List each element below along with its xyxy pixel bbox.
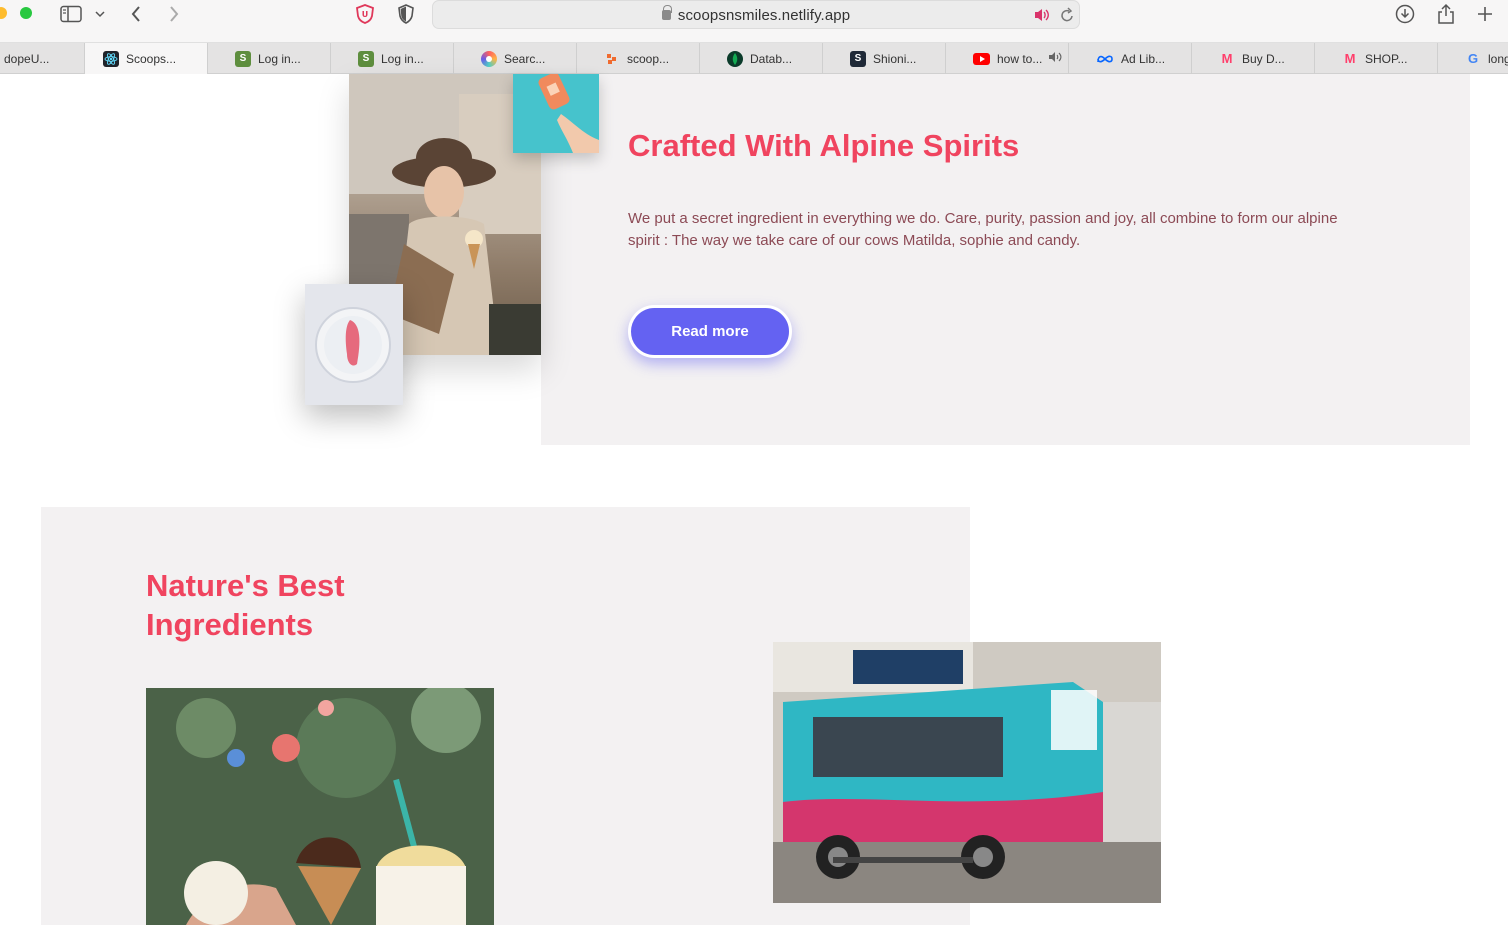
alpine-section-body: We put a secret ingredient in everything… — [628, 210, 1338, 249]
tab-label: dopeU... — [4, 51, 50, 66]
url-text: scoopsnsmiles.netlify.app — [677, 7, 851, 24]
address-bar[interactable]: scoopsnsmiles.netlify.app — [432, 0, 1080, 29]
tab-label: Shioni... — [873, 51, 917, 66]
downloads-icon[interactable] — [1394, 4, 1416, 24]
tab-label: Datab... — [750, 51, 793, 66]
tab-scoops[interactable]: Scoops... — [85, 43, 208, 74]
shopify-icon: S — [358, 50, 374, 67]
speaker-icon[interactable] — [1033, 5, 1051, 25]
svg-text:U: U — [362, 10, 369, 19]
tab-bar: dopeU... Scoops... S Log in... S Log in.… — [0, 43, 1508, 74]
tab-label: Log in... — [381, 51, 424, 66]
tab-shioni[interactable]: S Shioni... — [823, 43, 946, 74]
myntra-icon: M — [1344, 51, 1356, 66]
google-icon: G — [1467, 51, 1479, 66]
tab-label: long — [1488, 51, 1508, 66]
forward-icon[interactable] — [166, 4, 182, 24]
tab-audio-icon[interactable] — [1048, 51, 1064, 66]
reload-icon[interactable] — [1059, 5, 1075, 25]
youtube-icon — [973, 52, 990, 65]
shopify-icon: S — [235, 50, 251, 67]
lock-icon — [661, 5, 672, 20]
ice-cream-cones-image — [146, 688, 494, 925]
nature-section-title: Nature's Best Ingredients — [146, 568, 345, 642]
chevron-down-icon[interactable] — [94, 4, 106, 24]
tab-label: scoop... — [627, 51, 670, 66]
tab-database[interactable]: Datab... — [700, 43, 823, 74]
tab-label: Buy D... — [1242, 51, 1285, 66]
tab-label: Log in... — [258, 51, 301, 66]
alpine-section-title: Crafted With Alpine Spirits — [628, 128, 1020, 163]
tab-login-shopify-2[interactable]: S Log in... — [331, 43, 454, 74]
ice-cream-truck-image — [773, 642, 1161, 903]
browser-window: U scoopsnsmiles.netlify.app dopeU... Sco… — [0, 0, 1508, 925]
colorwheel-icon — [481, 50, 497, 67]
plate-dessert-image — [305, 284, 403, 405]
netlify-icon — [604, 51, 620, 67]
tab-label: SHOP... — [1365, 51, 1408, 66]
tab-label: how to... — [997, 51, 1043, 66]
tab-dopeu[interactable]: dopeU... — [0, 43, 85, 74]
popsicle-image — [513, 74, 599, 153]
privacy-shield-icon[interactable] — [396, 4, 416, 24]
browser-toolbar: U scoopsnsmiles.netlify.app — [0, 0, 1508, 43]
tab-ad-library[interactable]: Ad Lib... — [1069, 43, 1192, 74]
mongodb-icon — [727, 50, 743, 67]
new-tab-plus-icon[interactable] — [1476, 4, 1494, 24]
s-icon: S — [850, 50, 866, 67]
tab-shop-myntra[interactable]: M SHOP... — [1315, 43, 1438, 74]
tab-label: Scoops... — [126, 51, 177, 66]
ublock-shield-icon[interactable]: U — [354, 4, 376, 24]
meta-icon — [1096, 51, 1114, 67]
tab-google-long[interactable]: G long — [1438, 43, 1508, 74]
zoom-window-button[interactable] — [20, 7, 32, 19]
tab-buy-myntra[interactable]: M Buy D... — [1192, 43, 1315, 74]
tab-scoop-netlify[interactable]: scoop... — [577, 43, 700, 74]
minimize-window-button[interactable] — [0, 7, 7, 19]
tab-label: Searc... — [504, 51, 546, 66]
read-more-button[interactable]: Read more — [628, 305, 792, 358]
tab-youtube[interactable]: how to... — [946, 43, 1069, 74]
back-icon[interactable] — [128, 4, 144, 24]
myntra-icon: M — [1221, 51, 1233, 66]
sidebar-toggle-icon[interactable] — [60, 4, 82, 24]
share-icon[interactable] — [1436, 3, 1456, 24]
tab-search[interactable]: Searc... — [454, 43, 577, 74]
react-icon — [103, 50, 119, 67]
tab-label: Ad Lib... — [1121, 51, 1166, 66]
tab-login-shopify-1[interactable]: S Log in... — [208, 43, 331, 74]
